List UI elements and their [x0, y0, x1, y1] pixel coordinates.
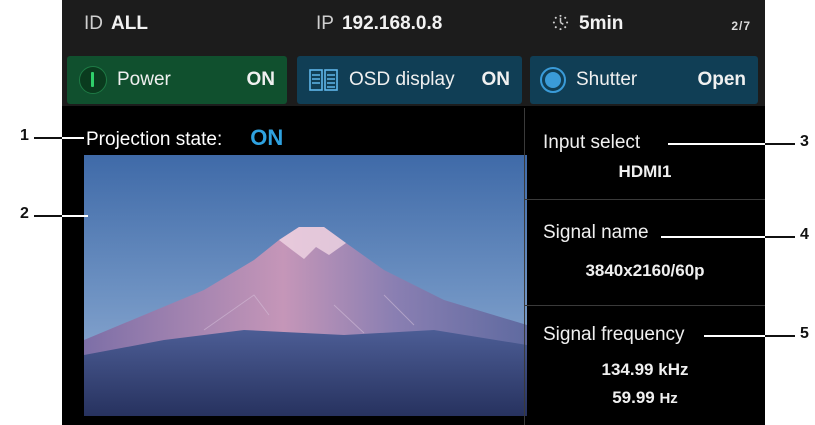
- power-label: Power: [117, 69, 171, 90]
- shutter-label: Shutter: [576, 69, 638, 90]
- signal-frequency-label: Signal frequency: [543, 324, 685, 345]
- preview-image: [84, 155, 527, 416]
- osd-value: ON: [481, 69, 511, 90]
- input-select-section: Input select HDMI1: [525, 108, 765, 198]
- status-header: ID ALL IP 192.168.0.8 5min 2/7: [62, 0, 765, 54]
- id-label: ID: [84, 13, 103, 34]
- timer-status: 5min: [552, 13, 623, 35]
- callout-5: 5: [800, 325, 809, 342]
- power-icon: [79, 66, 107, 94]
- power-value: ON: [246, 69, 276, 90]
- signal-name-value: 3840x2160/60p: [585, 261, 705, 280]
- callout-1-line-inner: [62, 137, 84, 139]
- projector-screen: ID ALL IP 192.168.0.8 5min 2/7 Power ON: [62, 0, 765, 425]
- ip-value: 192.168.0.8: [341, 13, 443, 34]
- callout-3: 3: [800, 133, 809, 150]
- callout-3-line-inner: [668, 143, 765, 145]
- input-select-label: Input select: [543, 132, 641, 153]
- ip-label: IP: [316, 13, 334, 34]
- callout-5-line-inner: [704, 335, 765, 337]
- page-indicator: 2/7: [731, 19, 751, 33]
- osd-display-button[interactable]: OSD display ON: [297, 56, 522, 104]
- signal-name-label: Signal name: [543, 222, 649, 243]
- signal-name-section: Signal name 3840x2160/60p: [525, 200, 765, 304]
- shutter-button[interactable]: Shutter Open: [530, 56, 758, 104]
- callout-2: 2: [20, 205, 29, 222]
- ip-status: IP 192.168.0.8: [316, 13, 442, 35]
- input-select-value: HDMI1: [618, 162, 672, 181]
- callout-1: 1: [20, 127, 29, 144]
- id-value: ALL: [111, 13, 148, 34]
- id-status: ID ALL: [84, 13, 148, 35]
- callout-4: 4: [800, 226, 809, 243]
- projection-state: Projection state: ON: [86, 125, 283, 151]
- shutter-value: Open: [697, 69, 746, 90]
- vertical-frequency-value: 59.99: [612, 388, 655, 407]
- timer-icon: [552, 14, 569, 31]
- osd-icon: [309, 69, 338, 91]
- timer-value: 5min: [579, 13, 624, 34]
- callout-2-line-inner: [62, 215, 88, 217]
- projection-label: Projection state:: [86, 129, 223, 150]
- callout-5-line: [765, 335, 795, 337]
- signal-frequency-section: Signal frequency 134.99 kHz 59.99 Hz: [525, 306, 765, 425]
- callout-4-line: [765, 236, 795, 238]
- horizontal-frequency-value: 134.99 kHz: [601, 360, 689, 379]
- control-buttons: Power ON OSD display ON Shutter Open: [62, 54, 765, 106]
- vertical-frequency: 59.99 Hz: [525, 388, 765, 408]
- projection-value: ON: [250, 125, 284, 150]
- callout-4-line-inner: [661, 236, 765, 238]
- vertical-frequency-unit: Hz: [659, 390, 678, 407]
- shutter-icon: [540, 67, 566, 93]
- osd-label: OSD display: [349, 69, 455, 90]
- power-button[interactable]: Power ON: [67, 56, 287, 104]
- callout-3-line: [765, 143, 795, 145]
